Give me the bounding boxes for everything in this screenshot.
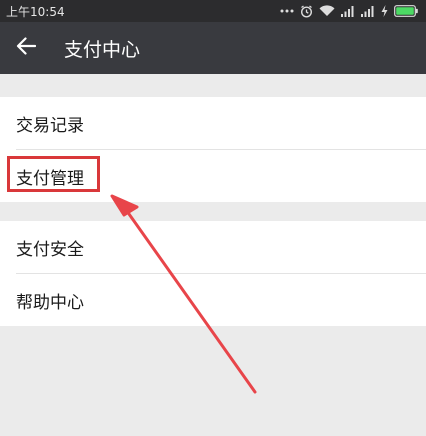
app-bar: 支付中心 [0, 22, 426, 74]
menu-item-payment-management[interactable]: 支付管理 [0, 150, 426, 202]
alarm-icon [300, 4, 313, 18]
page-title: 支付中心 [64, 38, 141, 61]
signal-icon [341, 5, 355, 17]
menu-group-2: 支付安全 帮助中心 [0, 221, 426, 326]
menu-item-label: 交易记录 [16, 115, 84, 136]
status-icons [280, 0, 418, 22]
dots-icon [280, 8, 294, 14]
status-time: 上午10:54 [6, 4, 65, 19]
charging-icon [381, 5, 388, 17]
back-arrow-icon [16, 37, 37, 59]
back-button[interactable] [0, 22, 52, 74]
menu-item-label: 帮助中心 [16, 292, 84, 313]
menu-item-label: 支付管理 [16, 168, 84, 189]
menu-group-1: 交易记录 支付管理 [0, 97, 426, 202]
status-bar: 上午10:54 [0, 0, 426, 22]
screen: 上午10:54 支付中心 交易记录 支付管理 支付安全 帮助中心 [0, 0, 426, 436]
battery-icon [394, 5, 418, 17]
menu-item-label: 支付安全 [16, 239, 84, 260]
menu-item-help-center[interactable]: 帮助中心 [0, 274, 426, 326]
menu-item-payment-security[interactable]: 支付安全 [0, 221, 426, 273]
wifi-icon [319, 5, 335, 17]
menu-item-transaction-records[interactable]: 交易记录 [0, 97, 426, 149]
signal-icon [361, 5, 375, 17]
